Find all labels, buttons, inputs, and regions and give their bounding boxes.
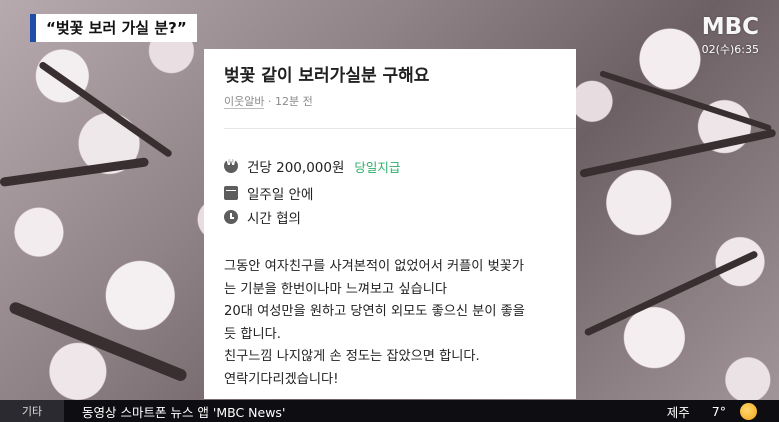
body-line: 친구느낌 나지않게 손 정도는 잡았으면 합니다.: [224, 349, 480, 364]
post-title: 벚꽃 같이 보러가실분 구해요: [224, 66, 430, 86]
job-post-card: 벚꽃 같이 보러가실분 구해요 이웃알바 · 12분 전 건당 200,000원…: [204, 49, 576, 399]
body-line: 연락기다리겠습니다!: [224, 371, 339, 387]
duration-row: 일주일 안에: [224, 183, 313, 203]
post-body: 그동안 여자친구를 사겨본적이 없었어서 커플이 벚꽃가 는 기분을 한번이나마…: [224, 256, 569, 391]
news-caption: “벚꽃 보러 가실 분?”: [30, 14, 197, 42]
weather-widget: 제주 7°: [667, 400, 757, 422]
weather-temp: 7°: [711, 403, 726, 419]
pay-amount: 건당 200,000원: [247, 160, 345, 176]
pay-badge: 당일지급: [354, 159, 401, 175]
ticker-text: 동영상 스마트폰 뉴스 앱 'MBC News': [82, 404, 286, 420]
clock-icon: [224, 210, 238, 224]
broadcast-time: 02(수)6:35: [701, 43, 759, 56]
body-line: 는 기분을 한번이나마 느껴보고 싶습니다: [224, 281, 448, 297]
mbc-logo: MBC: [701, 14, 759, 40]
posted-time: · 12분 전: [267, 95, 313, 108]
duration-text: 일주일 안에: [247, 187, 314, 203]
sun-icon: [740, 402, 757, 420]
hours-text: 시간 협의: [247, 211, 301, 227]
weather-city: 제주: [666, 404, 690, 420]
hours-row: 시간 협의: [224, 207, 301, 227]
won-icon: [224, 158, 238, 173]
calendar-icon: [224, 186, 238, 200]
news-ticker: 기타 동영상 스마트폰 뉴스 앱 'MBC News': [0, 400, 779, 422]
body-line: 듯 합니다.: [224, 326, 281, 342]
broadcaster-logo: MBC 02(수)6:35: [702, 14, 759, 57]
ticker-category: 기타: [0, 400, 64, 422]
body-line: 그동안 여자친구를 사겨본적이 없었어서 커플이 벚꽃가: [224, 259, 525, 274]
author-link[interactable]: 이웃알바: [224, 95, 265, 109]
post-meta: 이웃알바 · 12분 전: [224, 93, 313, 109]
body-line: 20대 여성만을 원하고 당연히 외모도 좋으신 분이 좋을: [224, 304, 525, 319]
pay-row: 건당 200,000원 당일지급: [224, 156, 400, 176]
divider: [224, 128, 576, 129]
